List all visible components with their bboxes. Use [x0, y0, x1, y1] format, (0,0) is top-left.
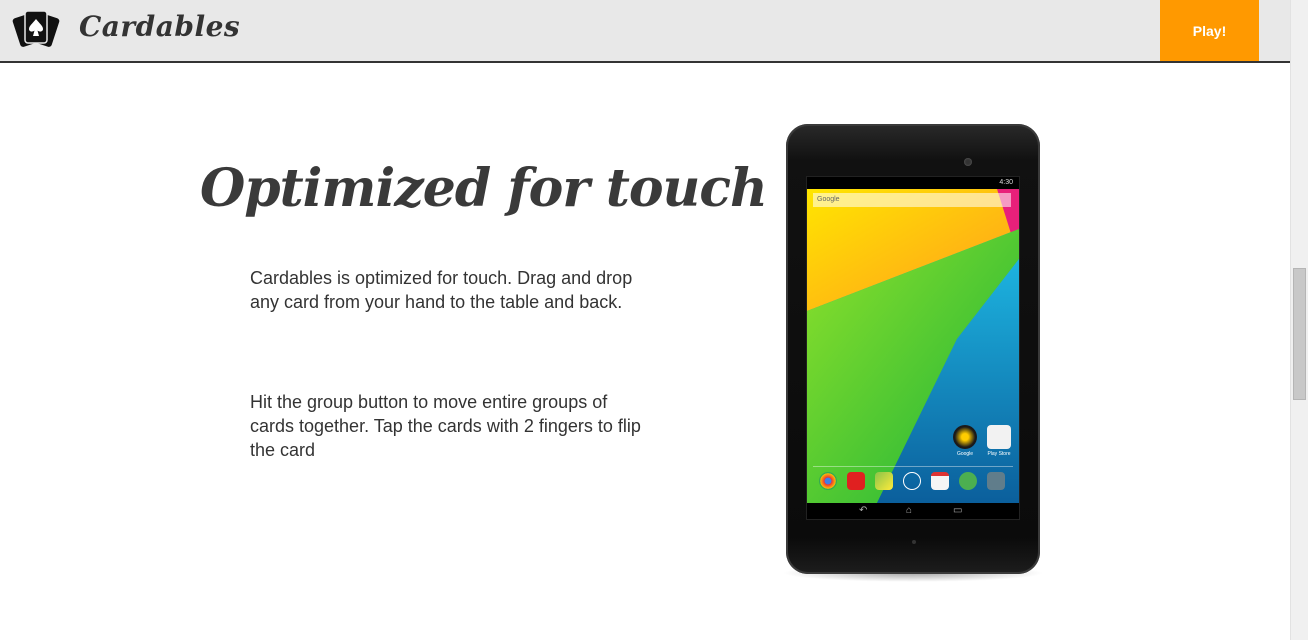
scrollbar-thumb[interactable] [1293, 268, 1306, 400]
status-bar: 4:30 [807, 177, 1019, 189]
vertical-scrollbar[interactable] [1290, 0, 1308, 640]
tablet-body: 4:30 Google Google Play Store ↶ ⌂ ▭ [786, 124, 1040, 574]
google-search-bar: Google [813, 193, 1011, 207]
google-app-icon [953, 425, 977, 449]
camera-app-icon [987, 472, 1005, 490]
gmail-icon [931, 472, 949, 490]
dock-divider [813, 466, 1013, 467]
tablet-screen: 4:30 Google Google Play Store ↶ ⌂ ▭ [806, 176, 1020, 520]
android-wallpaper: Google Google Play Store [807, 189, 1019, 503]
play-button[interactable]: Play! [1160, 0, 1259, 61]
chrome-icon [819, 472, 837, 490]
feature-paragraph-drag: Cardables is optimized for touch. Drag a… [250, 268, 633, 312]
play-store-label: Play Store [987, 451, 1011, 457]
back-icon: ↶ [859, 505, 868, 516]
youtube-icon [847, 472, 865, 490]
recents-icon: ▭ [953, 505, 963, 516]
app-drawer-icon [903, 472, 921, 490]
section-heading: Optimized for touch [200, 158, 768, 219]
android-nav-bar: ↶ ⌂ ▭ [807, 503, 1019, 519]
tablet-camera [964, 158, 972, 166]
play-store-icon [987, 425, 1011, 449]
top-navbar: Cardables Play! [0, 0, 1290, 63]
cards-logo-icon[interactable] [12, 7, 60, 53]
tablet-sensor [912, 540, 916, 544]
google-app-label: Google [956, 451, 974, 457]
feature-paragraph-group: Hit the group button to move entire grou… [250, 392, 641, 460]
home-icon: ⌂ [906, 505, 913, 516]
maps-icon [875, 472, 893, 490]
brand-name[interactable]: Cardables [79, 10, 240, 43]
hangouts-icon [959, 472, 977, 490]
tablet-illustration: 4:30 Google Google Play Store ↶ ⌂ ▭ [778, 124, 1048, 586]
